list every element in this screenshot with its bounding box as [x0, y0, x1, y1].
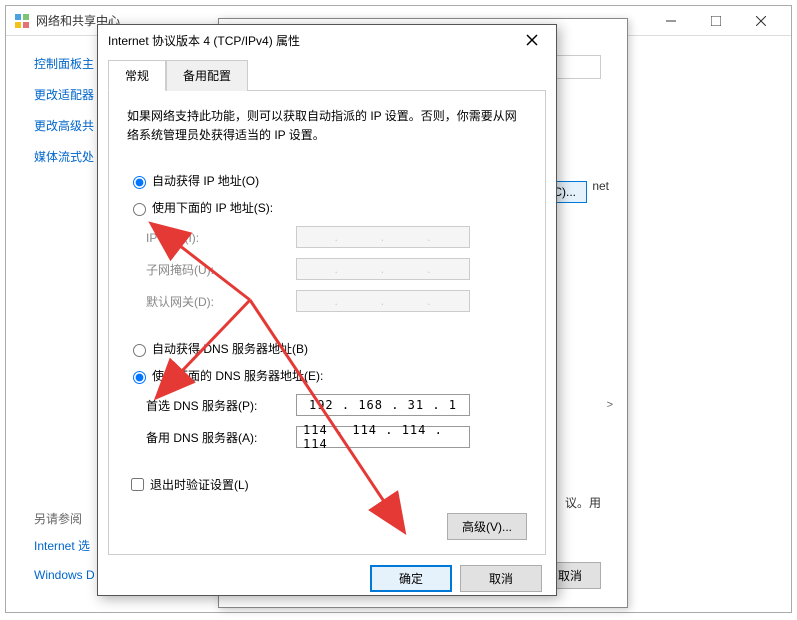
- subnet-mask-label: 子网掩码(U):: [146, 261, 296, 278]
- fg-titlebar: Internet 协议版本 4 (TCP/IPv4) 属性: [98, 25, 556, 55]
- radio-ip-manual-row[interactable]: 使用下面的 IP 地址(S):: [128, 199, 526, 216]
- alternate-dns-input[interactable]: 114 . 114 . 114 . 114: [296, 426, 470, 448]
- network-icon: [14, 13, 30, 29]
- dialog-buttons: 确定 取消: [108, 565, 546, 592]
- alternate-dns-label: 备用 DNS 服务器(A):: [146, 429, 296, 446]
- gateway-input: ...: [296, 290, 470, 312]
- cancel-button[interactable]: 取消: [460, 565, 542, 592]
- radio-ip-auto[interactable]: [133, 176, 146, 189]
- link-internet-options[interactable]: Internet 选: [34, 537, 95, 554]
- seealso-label: 另请参阅: [34, 510, 95, 527]
- radio-dns-manual-label: 使用下面的 DNS 服务器地址(E):: [152, 367, 323, 384]
- tab-strip: 常规 备用配置: [108, 59, 546, 91]
- tab-alternate[interactable]: 备用配置: [166, 60, 248, 91]
- radio-dns-auto[interactable]: [133, 344, 146, 357]
- ip-group: 自动获得 IP 地址(O) 使用下面的 IP 地址(S): IP 地址(I): …: [127, 171, 527, 323]
- close-button[interactable]: [738, 7, 783, 35]
- radio-dns-manual[interactable]: [133, 371, 146, 384]
- mid-advice-text: 议。用: [565, 494, 601, 511]
- subnet-mask-input: ...: [296, 258, 470, 280]
- validate-checkbox-row[interactable]: 退出时验证设置(L): [127, 475, 527, 494]
- fg-title: Internet 协议版本 4 (TCP/IPv4) 属性: [108, 32, 518, 49]
- advanced-button[interactable]: 高级(V)...: [447, 513, 527, 540]
- window-controls: [648, 7, 783, 35]
- mid-net-label: net: [592, 179, 609, 193]
- dns-fields: 首选 DNS 服务器(P): 192 . 168 . 31 . 1 备用 DNS…: [146, 394, 526, 448]
- ip-fields: IP 地址(I): ... 子网掩码(U): ... 默认网关(D): ...: [146, 226, 526, 312]
- radio-dns-auto-label: 自动获得 DNS 服务器地址(B): [152, 340, 308, 357]
- dns-group: 自动获得 DNS 服务器地址(B) 使用下面的 DNS 服务器地址(E): 首选…: [127, 339, 527, 459]
- link-windows-defender[interactable]: Windows D: [34, 568, 95, 582]
- ok-button[interactable]: 确定: [370, 565, 452, 592]
- validate-label: 退出时验证设置(L): [150, 476, 249, 493]
- preferred-dns-label: 首选 DNS 服务器(P):: [146, 397, 296, 414]
- ip-address-input: ...: [296, 226, 470, 248]
- gateway-label: 默认网关(D):: [146, 293, 296, 310]
- close-icon[interactable]: [518, 26, 546, 54]
- ip-address-label: IP 地址(I):: [146, 229, 296, 246]
- scroll-indicator: >: [607, 399, 613, 411]
- radio-ip-manual-label: 使用下面的 IP 地址(S):: [152, 199, 273, 216]
- radio-ip-manual[interactable]: [133, 203, 146, 216]
- radio-ip-auto-label: 自动获得 IP 地址(O): [152, 172, 259, 189]
- tab-general[interactable]: 常规: [108, 60, 166, 91]
- ipv4-properties-dialog: Internet 协议版本 4 (TCP/IPv4) 属性 常规 备用配置 如果…: [97, 24, 557, 596]
- radio-dns-manual-row[interactable]: 使用下面的 DNS 服务器地址(E):: [128, 367, 526, 384]
- bg-seealso-section: 另请参阅 Internet 选 Windows D: [34, 510, 95, 596]
- preferred-dns-input[interactable]: 192 . 168 . 31 . 1: [296, 394, 470, 416]
- maximize-button[interactable]: [693, 7, 738, 35]
- minimize-button[interactable]: [648, 7, 693, 35]
- radio-dns-auto-row[interactable]: 自动获得 DNS 服务器地址(B): [128, 340, 526, 357]
- tab-content: 如果网络支持此功能，则可以获取自动指派的 IP 设置。否则，你需要从网络系统管理…: [108, 91, 546, 555]
- fg-body: 常规 备用配置 如果网络支持此功能，则可以获取自动指派的 IP 设置。否则，你需…: [98, 55, 556, 602]
- radio-ip-auto-row[interactable]: 自动获得 IP 地址(O): [128, 172, 526, 189]
- validate-checkbox[interactable]: [131, 478, 144, 491]
- description-text: 如果网络支持此功能，则可以获取自动指派的 IP 设置。否则，你需要从网络系统管理…: [127, 107, 527, 145]
